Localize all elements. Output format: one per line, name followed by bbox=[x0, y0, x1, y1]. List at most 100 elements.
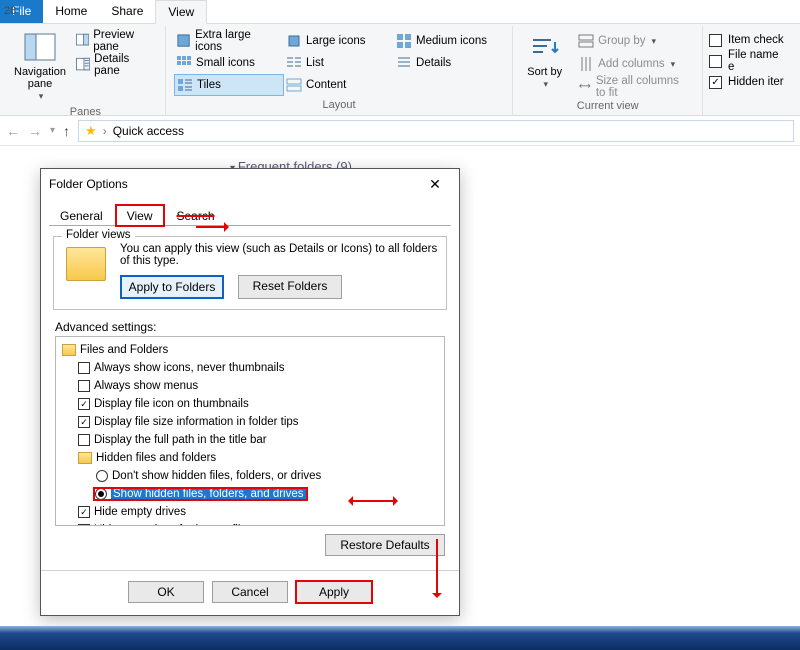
cancel-button[interactable]: Cancel bbox=[212, 581, 288, 603]
dialog-tabs: General View Search bbox=[41, 199, 459, 226]
size-columns-icon bbox=[578, 79, 592, 95]
item-check-boxes[interactable]: Item check bbox=[709, 30, 788, 50]
preview-pane-icon bbox=[76, 33, 89, 49]
folder-icon bbox=[62, 344, 76, 356]
annotation-arrow-icon bbox=[351, 500, 395, 502]
dialog-tab-search[interactable]: Search bbox=[166, 205, 226, 226]
layout-medium-icon bbox=[396, 33, 412, 49]
checkbox-icon bbox=[78, 362, 90, 374]
address-bar[interactable]: ★ › Quick access bbox=[78, 120, 794, 142]
sort-by-label: Sort by bbox=[527, 66, 562, 78]
navigation-pane-button[interactable]: Navigation pane bbox=[12, 30, 68, 104]
layout-list-icon bbox=[286, 55, 302, 71]
hidden-items[interactable]: ✓Hidden iter bbox=[709, 72, 788, 92]
checkbox-icon bbox=[709, 34, 722, 47]
taskbar[interactable] bbox=[0, 626, 800, 650]
annotation-arrow-icon bbox=[436, 539, 438, 595]
breadcrumb[interactable]: Quick access bbox=[113, 124, 184, 138]
item-check-label: Item check bbox=[728, 34, 784, 46]
layout-content-icon bbox=[286, 77, 302, 93]
group-by-icon bbox=[578, 33, 594, 49]
checkbox-icon bbox=[709, 55, 722, 68]
opt-full-path[interactable]: Display the full path in the title bar bbox=[58, 431, 442, 449]
group-panes: Navigation pane Preview pane Details pan… bbox=[6, 26, 166, 115]
opt-icon-thumbnails[interactable]: ✓Display file icon on thumbnails bbox=[58, 395, 442, 413]
sort-by-button[interactable]: Sort by bbox=[519, 30, 570, 92]
advanced-settings-label: Advanced settings: bbox=[55, 320, 459, 334]
status-item-count: 28 bbox=[4, 5, 16, 17]
group-layout-label: Layout bbox=[323, 97, 356, 115]
size-columns-label: Size all columns to fit bbox=[596, 75, 688, 99]
opt-always-menus[interactable]: Always show menus bbox=[58, 377, 442, 395]
add-columns-button[interactable]: Add columns bbox=[576, 53, 696, 75]
preview-pane-button[interactable]: Preview pane bbox=[74, 30, 159, 52]
reset-folders-button[interactable]: Reset Folders bbox=[238, 275, 342, 299]
close-button[interactable]: ✕ bbox=[413, 170, 457, 198]
details-pane-label: Details pane bbox=[94, 53, 151, 77]
apply-button[interactable]: Apply bbox=[296, 581, 372, 603]
nav-up-icon[interactable]: ↑ bbox=[63, 123, 70, 139]
details-pane-icon bbox=[76, 57, 90, 73]
navigation-pane-label: Navigation pane bbox=[14, 66, 66, 90]
layout-details[interactable]: Details bbox=[394, 52, 504, 74]
opt-always-icons[interactable]: Always show icons, never thumbnails bbox=[58, 359, 442, 377]
folder-views-desc: You can apply this view (such as Details… bbox=[120, 243, 438, 267]
opt-size-tips[interactable]: ✓Display file size information in folder… bbox=[58, 413, 442, 431]
tab-home[interactable]: Home bbox=[43, 0, 99, 23]
ribbon-tabs: File Home Share View bbox=[0, 0, 800, 24]
layout-details-label: Details bbox=[416, 57, 451, 69]
tab-share[interactable]: Share bbox=[99, 0, 155, 23]
group-by-label: Group by bbox=[598, 35, 645, 47]
layout-tiles-label: Tiles bbox=[197, 79, 221, 91]
ok-button[interactable]: OK bbox=[128, 581, 204, 603]
folder-options-dialog: Folder Options ✕ General View Search Fol… bbox=[40, 168, 460, 616]
tab-view[interactable]: View bbox=[155, 0, 207, 24]
group-showhide: Item check File name e ✓Hidden iter bbox=[703, 26, 794, 115]
layout-large-icon bbox=[286, 33, 302, 49]
layout-small-icon bbox=[176, 55, 192, 71]
opt-hide-empty-drives[interactable]: ✓Hide empty drives bbox=[58, 503, 442, 521]
radio-dont-show-hidden[interactable]: Don't show hidden files, folders, or dri… bbox=[58, 467, 442, 485]
sort-by-icon bbox=[529, 32, 561, 64]
layout-large-icons[interactable]: Large icons bbox=[284, 30, 394, 52]
tree-hidden-folder: Hidden files and folders bbox=[96, 452, 216, 464]
layout-extra-large-icons[interactable]: Extra large icons bbox=[174, 30, 284, 52]
layout-medium-label: Medium icons bbox=[416, 35, 487, 47]
hidden-items-label: Hidden iter bbox=[728, 76, 784, 88]
dialog-tab-view[interactable]: View bbox=[116, 205, 164, 226]
advanced-settings-tree[interactable]: Files and Folders Always show icons, nev… bbox=[55, 336, 445, 526]
annotation-arrow-icon bbox=[196, 226, 226, 228]
nav-back-icon[interactable]: ← bbox=[6, 123, 20, 139]
checkbox-icon bbox=[78, 434, 90, 446]
layout-content[interactable]: Content bbox=[284, 74, 394, 96]
nav-fwd-icon[interactable]: → bbox=[28, 123, 42, 139]
group-layout: Extra large icons Large icons Medium ico… bbox=[166, 26, 514, 115]
nav-history-icon[interactable]: ▾ bbox=[50, 125, 55, 136]
file-name-ext-label: File name e bbox=[728, 49, 788, 73]
layout-list[interactable]: List bbox=[284, 52, 394, 74]
file-name-extensions[interactable]: File name e bbox=[709, 51, 788, 71]
layout-medium-icons[interactable]: Medium icons bbox=[394, 30, 504, 52]
layout-small-label: Small icons bbox=[196, 57, 255, 69]
details-pane-button[interactable]: Details pane bbox=[74, 54, 159, 76]
size-columns-button[interactable]: Size all columns to fit bbox=[576, 76, 696, 98]
folder-icon bbox=[78, 452, 92, 464]
checkbox-checked-icon: ✓ bbox=[78, 506, 90, 518]
layout-tiles[interactable]: Tiles bbox=[174, 74, 284, 96]
restore-defaults-button[interactable]: Restore Defaults bbox=[325, 534, 445, 556]
apply-to-folders-button[interactable]: Apply to Folders bbox=[120, 275, 224, 299]
dialog-title: Folder Options bbox=[49, 177, 413, 191]
dialog-titlebar[interactable]: Folder Options ✕ bbox=[41, 169, 459, 199]
layout-details-icon bbox=[396, 55, 412, 71]
layout-xl-label: Extra large icons bbox=[195, 29, 276, 53]
folder-views-group: Folder views You can apply this view (su… bbox=[53, 236, 447, 310]
layout-large-label: Large icons bbox=[306, 35, 365, 47]
checkbox-icon bbox=[78, 380, 90, 392]
dialog-tab-general[interactable]: General bbox=[49, 205, 114, 226]
layout-list-label: List bbox=[306, 57, 324, 69]
radio-icon bbox=[96, 470, 108, 482]
group-by-button[interactable]: Group by bbox=[576, 30, 696, 52]
navigation-pane-icon bbox=[24, 32, 56, 64]
layout-tiles-icon bbox=[177, 77, 193, 93]
layout-small-icons[interactable]: Small icons bbox=[174, 52, 284, 74]
